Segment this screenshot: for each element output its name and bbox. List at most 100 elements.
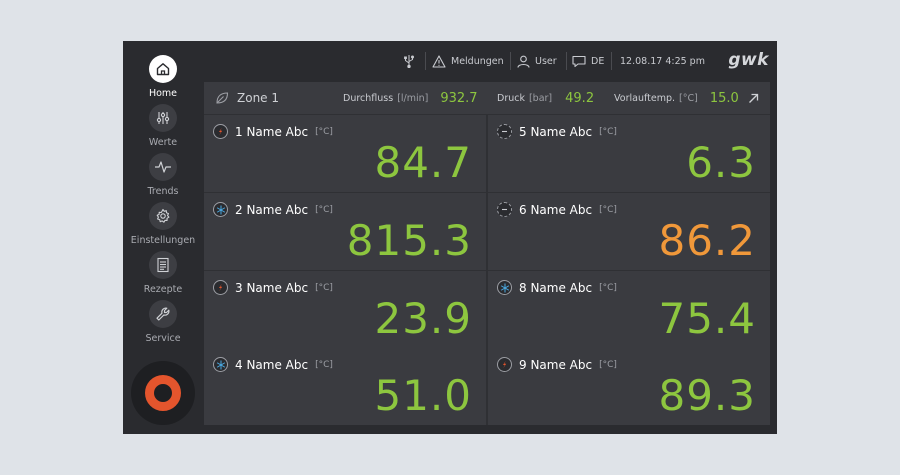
home-icon xyxy=(149,55,177,83)
zone-header: Zone 1 Durchfluss [l/min] 932.7 Druck [b… xyxy=(204,82,770,114)
sensor-tile[interactable]: 5 Name Abc [°C] 6.3 xyxy=(488,115,770,192)
tile-header: 9 Name Abc [°C] xyxy=(497,357,617,372)
flow-value: 932.7 xyxy=(440,90,478,106)
language-label: DE xyxy=(591,55,605,67)
messages-button[interactable]: Meldungen xyxy=(432,41,504,81)
heating-icon xyxy=(213,124,228,139)
tile-value: 86.2 xyxy=(658,216,756,265)
sensor-tile[interactable]: 4 Name Abc [°C] 51.0 xyxy=(204,348,486,425)
heating-icon xyxy=(213,280,228,295)
tile-name: 9 Name Abc xyxy=(519,357,593,372)
tile-unit: [°C] xyxy=(599,204,617,215)
user-icon xyxy=(517,55,530,68)
tile-value: 815.3 xyxy=(346,216,472,265)
tile-unit: [°C] xyxy=(599,359,617,370)
tile-value: 89.3 xyxy=(658,371,756,420)
cooling-icon xyxy=(213,357,228,372)
chat-icon xyxy=(572,55,586,67)
messages-label: Meldungen xyxy=(451,55,504,67)
language-button[interactable]: DE xyxy=(572,41,604,81)
datetime-label: 12.08.17 4:25 pm xyxy=(620,55,705,67)
cooling-icon xyxy=(213,202,228,217)
tile-name: 5 Name Abc xyxy=(519,124,593,139)
sensor-tile[interactable]: 8 Name Abc [°C] 75.4 xyxy=(488,271,770,348)
tile-value: 6.3 xyxy=(686,138,756,187)
tile-unit: [°C] xyxy=(315,282,333,293)
tile-header: 2 Name Abc [°C] xyxy=(213,202,333,217)
tile-header: 8 Name Abc [°C] xyxy=(497,280,617,295)
supply-temp-readout: Vorlauftemp. [°C] 15.0 xyxy=(614,82,739,114)
cooling-icon xyxy=(497,280,512,295)
supply-temp-value: 15.0 xyxy=(709,90,739,106)
off-icon xyxy=(497,202,512,217)
pressure-label: Druck xyxy=(497,92,525,104)
tile-header: 4 Name Abc [°C] xyxy=(213,357,333,372)
tile-unit: [°C] xyxy=(599,126,617,137)
pressure-unit: [bar] xyxy=(528,92,553,104)
tile-name: 6 Name Abc xyxy=(519,202,593,217)
power-ring-icon xyxy=(145,375,181,411)
pressure-value: 49.2 xyxy=(565,90,595,106)
warning-icon xyxy=(432,54,446,68)
wrench-icon xyxy=(149,300,177,328)
hmi-screen: Home Werte Trends Einstellungen Rezepte xyxy=(123,41,777,434)
sidebar-item-service[interactable]: Service xyxy=(123,300,203,344)
tile-unit: [°C] xyxy=(599,282,617,293)
sidebar-item-werte[interactable]: Werte xyxy=(123,104,203,148)
sliders-icon xyxy=(149,104,177,132)
sidebar-item-home[interactable]: Home xyxy=(123,55,203,99)
tile-value: 75.4 xyxy=(658,294,756,343)
sidebar-item-label: Werte xyxy=(148,137,178,148)
sensor-tile[interactable]: 3 Name Abc [°C] 23.9 xyxy=(204,271,486,348)
usb-icon xyxy=(403,41,415,81)
gear-icon xyxy=(149,202,177,230)
logo: gwk xyxy=(728,50,769,70)
tile-value: 23.9 xyxy=(374,294,472,343)
tile-unit: [°C] xyxy=(315,126,333,137)
sidebar: Home Werte Trends Einstellungen Rezepte xyxy=(123,41,203,434)
sensor-tile[interactable]: 2 Name Abc [°C] 815.3 xyxy=(204,193,486,270)
power-button[interactable] xyxy=(131,361,195,425)
tile-header: 1 Name Abc [°C] xyxy=(213,124,333,139)
sidebar-item-label: Service xyxy=(145,333,181,344)
arrow-up-right-icon xyxy=(749,93,759,103)
tile-unit: [°C] xyxy=(315,204,333,215)
user-button[interactable]: User xyxy=(517,41,557,81)
datetime: 12.08.17 4:25 pm xyxy=(620,41,705,81)
sidebar-item-label: Rezepte xyxy=(143,284,183,295)
tile-unit: [°C] xyxy=(315,359,333,370)
heating-icon xyxy=(497,357,512,372)
tile-name: 4 Name Abc xyxy=(235,357,309,372)
pressure-readout: Druck [bar] 49.2 xyxy=(497,82,594,114)
tile-name: 2 Name Abc xyxy=(235,202,309,217)
flow-unit: [l/min] xyxy=(397,92,429,104)
tile-name: 1 Name Abc xyxy=(235,124,309,139)
flow-readout: Durchfluss [l/min] 932.7 xyxy=(343,82,478,114)
trend-icon xyxy=(149,153,177,181)
flow-label: Durchfluss xyxy=(343,92,394,104)
zone-title-group: Zone 1 xyxy=(215,82,279,114)
sensor-tile[interactable]: 6 Name Abc [°C] 86.2 xyxy=(488,193,770,270)
sensor-tile[interactable]: 9 Name Abc [°C] 89.3 xyxy=(488,348,770,425)
tile-header: 6 Name Abc [°C] xyxy=(497,202,617,217)
sidebar-item-trends[interactable]: Trends xyxy=(123,153,203,197)
tile-value: 84.7 xyxy=(374,138,472,187)
tile-name: 3 Name Abc xyxy=(235,280,309,295)
user-label: User xyxy=(535,55,557,67)
sidebar-item-einstellungen[interactable]: Einstellungen xyxy=(123,202,203,246)
sidebar-item-label: Einstellungen xyxy=(130,235,196,246)
sidebar-item-label: Trends xyxy=(147,186,179,197)
tile-header: 5 Name Abc [°C] xyxy=(497,124,617,139)
recipe-icon xyxy=(149,251,177,279)
supply-temp-label: Vorlauftemp. xyxy=(614,92,676,104)
sidebar-item-label: Home xyxy=(148,88,178,99)
supply-temp-unit: [°C] xyxy=(679,92,698,104)
tile-name: 8 Name Abc xyxy=(519,280,593,295)
zone-panel: Zone 1 Durchfluss [l/min] 932.7 Druck [b… xyxy=(204,82,770,425)
zone-title: Zone 1 xyxy=(237,91,279,105)
sensor-tile[interactable]: 1 Name Abc [°C] 84.7 xyxy=(204,115,486,192)
sidebar-item-rezepte[interactable]: Rezepte xyxy=(123,251,203,295)
tile-value: 51.0 xyxy=(374,371,472,420)
tile-header: 3 Name Abc [°C] xyxy=(213,280,333,295)
expand-zone-button[interactable] xyxy=(748,82,759,114)
